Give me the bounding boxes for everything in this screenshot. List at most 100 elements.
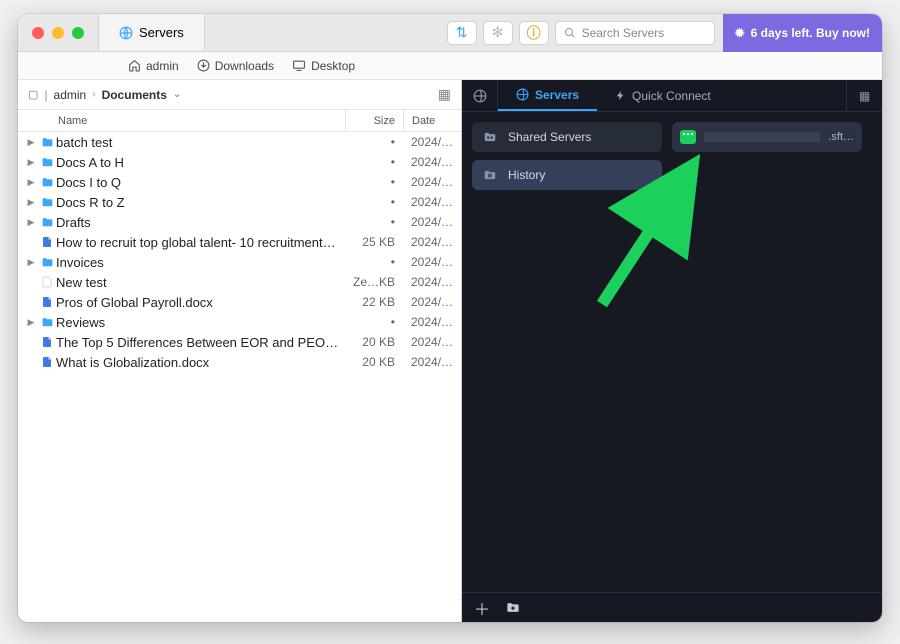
right-footer: ＋ (462, 592, 882, 622)
file-row[interactable]: What is Globalization.docx20 KB2024/… (18, 352, 461, 372)
file-size: • (345, 215, 403, 229)
favorite-admin[interactable]: admin (128, 59, 179, 73)
server-suffix: .sft… (828, 131, 854, 143)
disclosure-triangle[interactable]: ▶ (24, 137, 38, 148)
search-input[interactable]: Search Servers (555, 21, 715, 45)
document-icon (38, 235, 56, 249)
file-size: • (345, 175, 403, 189)
tab-label: Servers (535, 88, 579, 102)
close-window-button[interactable] (32, 27, 44, 39)
favorite-label: Desktop (311, 59, 355, 73)
tab-grid-toggle[interactable]: ▦ (846, 80, 882, 111)
sidebar-item-shared-servers[interactable]: Shared Servers (472, 122, 662, 152)
file-date: 2024/… (403, 355, 461, 369)
info-button[interactable]: ⓘ (519, 21, 549, 45)
path-segment-admin[interactable]: admin (54, 88, 87, 102)
right-sidebar: Shared Servers History (472, 122, 662, 190)
disk-icon[interactable]: ▢ (28, 88, 38, 101)
file-size: 22 KB (345, 295, 403, 309)
file-row[interactable]: New testZe…KB2024/… (18, 272, 461, 292)
snowflake-icon: ✻ (492, 24, 504, 41)
favorite-desktop[interactable]: Desktop (292, 59, 355, 73)
file-size: • (345, 315, 403, 329)
file-row[interactable]: ▶Invoices•2024/… (18, 252, 461, 272)
folder-icon (38, 216, 56, 229)
file-row[interactable]: Pros of Global Payroll.docx22 KB2024/… (18, 292, 461, 312)
file-date: 2024/… (403, 135, 461, 149)
path-separator: | (44, 88, 47, 102)
file-size: • (345, 135, 403, 149)
disclosure-triangle[interactable]: ▶ (24, 157, 38, 168)
tab-quick-connect[interactable]: Quick Connect (597, 80, 729, 111)
col-name-header[interactable]: Name (58, 115, 345, 127)
file-row[interactable]: ▶Drafts•2024/… (18, 212, 461, 232)
file-row[interactable]: The Top 5 Differences Between EOR and PE… (18, 332, 461, 352)
file-name: Docs I to Q (56, 175, 345, 190)
search-icon (564, 27, 576, 39)
col-size-header[interactable]: Size (345, 110, 403, 131)
file-row[interactable]: ▶Docs R to Z•2024/… (18, 192, 461, 212)
file-row[interactable]: ▶Docs A to H•2024/… (18, 152, 461, 172)
ethernet-icon (680, 130, 696, 144)
shared-icon (482, 130, 498, 144)
disclosure-triangle[interactable]: ▶ (24, 197, 38, 208)
disclosure-triangle[interactable]: ▶ (24, 217, 38, 228)
tab-globe[interactable] (462, 80, 498, 111)
download-icon (197, 59, 210, 72)
local-browser: ▢ | admin › Documents ⌄ ▦ Name Size Date… (18, 80, 462, 622)
chevron-right-icon: › (92, 89, 95, 100)
file-icon (38, 275, 56, 289)
folder-icon (38, 136, 56, 149)
search-placeholder: Search Servers (582, 26, 665, 40)
trial-banner[interactable]: ✹ 6 days left. Buy now! (723, 14, 882, 52)
folder-icon (38, 316, 56, 329)
file-row[interactable]: ▶batch test•2024/… (18, 132, 461, 152)
zoom-window-button[interactable] (72, 27, 84, 39)
minimize-window-button[interactable] (52, 27, 64, 39)
tab-label: Quick Connect (632, 89, 711, 103)
sync-button[interactable]: ⇅ (447, 21, 477, 45)
right-tabs: Servers Quick Connect ▦ (462, 80, 882, 112)
snowflake-button[interactable]: ✻ (483, 21, 513, 45)
path-segment-current[interactable]: Documents (102, 88, 167, 102)
view-mode-button[interactable]: ▦ (438, 86, 451, 103)
info-icon: ⓘ (527, 23, 541, 43)
home-icon (128, 59, 141, 72)
favorites-bar: admin Downloads Desktop (18, 52, 882, 80)
file-name: New test (56, 275, 345, 290)
window-title: Servers (139, 25, 184, 40)
server-list-item[interactable]: .sft… (672, 122, 862, 152)
file-name: What is Globalization.docx (56, 355, 345, 370)
globe-icon (516, 88, 529, 101)
file-name: Docs A to H (56, 155, 345, 170)
file-date: 2024/… (403, 195, 461, 209)
file-name: Docs R to Z (56, 195, 345, 210)
document-icon (38, 355, 56, 369)
file-date: 2024/… (403, 295, 461, 309)
right-body: Shared Servers History .sft… (462, 112, 882, 592)
add-button[interactable]: ＋ (474, 596, 490, 620)
disclosure-triangle[interactable]: ▶ (24, 317, 38, 328)
toolbar-buttons: ⇅ ✻ ⓘ Search Servers (447, 21, 723, 45)
sidebar-item-history[interactable]: History (472, 160, 662, 190)
disclosure-triangle[interactable]: ▶ (24, 177, 38, 188)
chevron-down-icon[interactable]: ⌄ (173, 89, 181, 100)
history-icon (482, 168, 498, 182)
file-row[interactable]: How to recruit top global talent- 10 rec… (18, 232, 461, 252)
tab-servers[interactable]: Servers (498, 80, 597, 111)
col-date-header[interactable]: Date (403, 110, 461, 131)
file-row[interactable]: ▶Docs I to Q•2024/… (18, 172, 461, 192)
window-title-tab[interactable]: Servers (98, 14, 205, 51)
globe-icon (473, 89, 487, 103)
favorite-downloads[interactable]: Downloads (197, 59, 274, 73)
folder-icon (38, 176, 56, 189)
file-size: 20 KB (345, 335, 403, 349)
column-headers: Name Size Date (18, 110, 461, 132)
sidebar-item-label: Shared Servers (508, 130, 591, 144)
favorite-label: Downloads (215, 59, 274, 73)
disclosure-triangle[interactable]: ▶ (24, 257, 38, 268)
new-folder-button[interactable] (504, 600, 522, 615)
file-size: Ze…KB (345, 275, 403, 289)
file-row[interactable]: ▶Reviews•2024/… (18, 312, 461, 332)
file-size: • (345, 155, 403, 169)
